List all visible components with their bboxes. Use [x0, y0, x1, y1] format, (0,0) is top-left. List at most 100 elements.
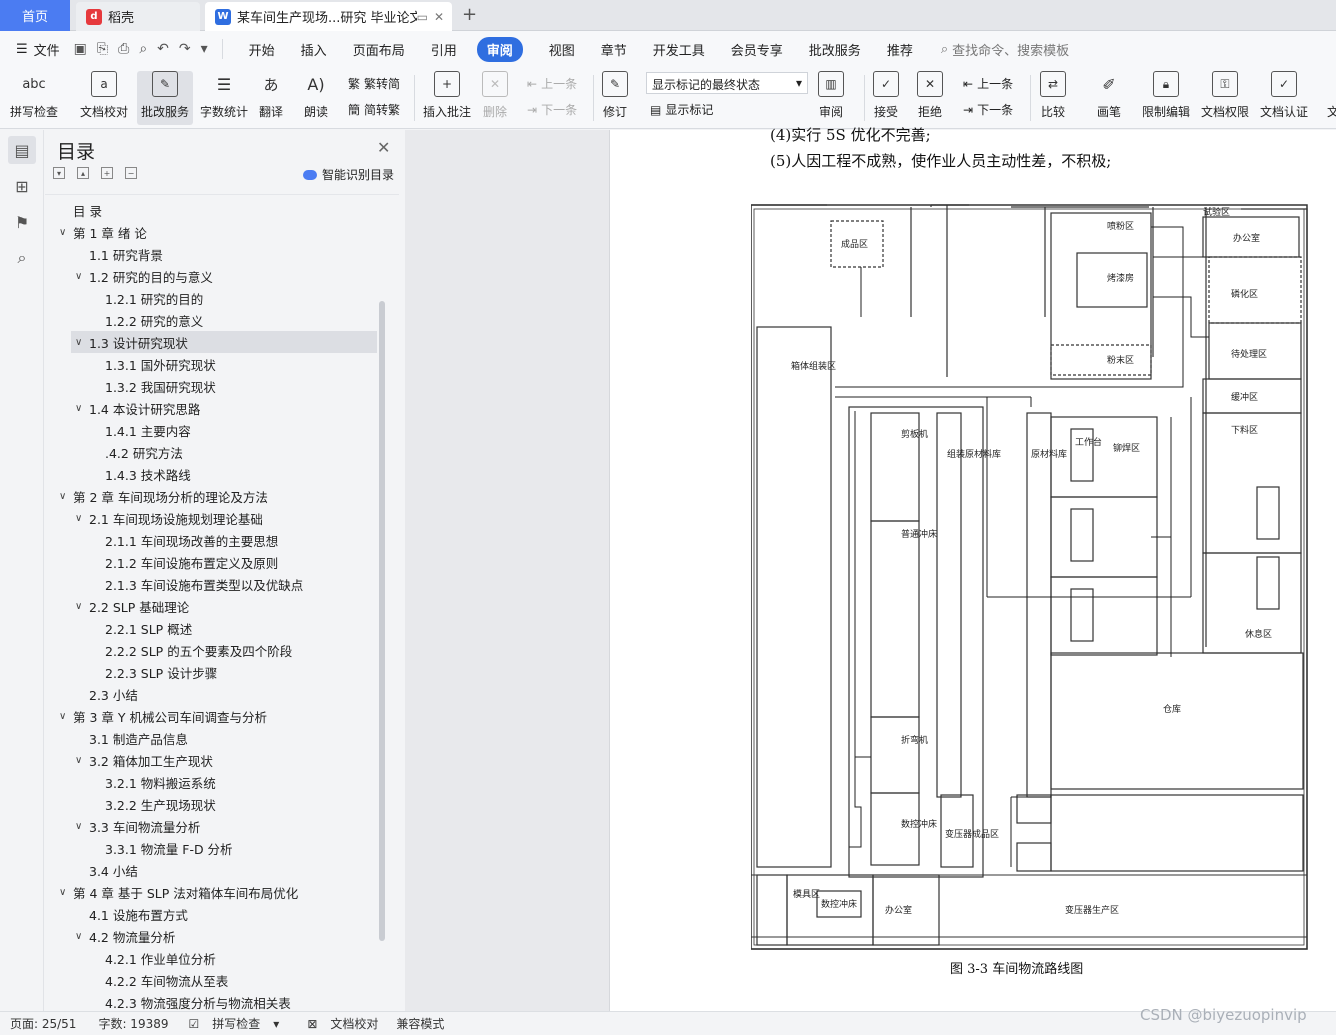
command-search[interactable]: ⌕ 查找命令、搜索模板: [941, 40, 1069, 59]
menu-member[interactable]: 会员专享: [731, 40, 783, 59]
menu-start[interactable]: 开始: [249, 40, 275, 59]
chevron-down-icon[interactable]: ∨: [75, 931, 89, 942]
chevron-down-icon[interactable]: ∨: [75, 821, 89, 832]
markup-state-select[interactable]: 显示标记的最终状态 ▾: [646, 72, 808, 94]
toc-item[interactable]: 3.2.1 物料搬运系统: [91, 771, 216, 793]
toc-item[interactable]: ∨ 3.2 箱体加工生产现状: [75, 749, 213, 771]
monitor-icon[interactable]: ▭: [417, 10, 428, 24]
translate-button[interactable]: あ 翻译: [258, 71, 284, 120]
chevron-down-icon[interactable]: ∨: [75, 601, 89, 612]
close-icon[interactable]: ✕: [434, 10, 444, 24]
menu-review-service[interactable]: 批改服务: [809, 40, 861, 59]
toc-item[interactable]: 1.3.2 我国研究现状: [91, 375, 216, 397]
status-spell-check[interactable]: ☑ 拼写检查 ▾: [179, 1015, 280, 1032]
menu-devtools[interactable]: 开发工具: [653, 40, 705, 59]
menu-view[interactable]: 视图: [549, 40, 575, 59]
tab-home[interactable]: 首页: [0, 0, 70, 31]
menu-layout[interactable]: 页面布局: [353, 40, 405, 59]
search-icon[interactable]: ⌕: [8, 244, 36, 272]
insert-comment-button[interactable]: + 插入批注: [423, 71, 471, 120]
toc-item[interactable]: .4.2 研究方法: [91, 441, 183, 463]
toc-item[interactable]: 1.4.3 技术路线: [91, 463, 191, 485]
toc-item[interactable]: 3.3.1 物流量 F-D 分析: [91, 837, 233, 859]
toc-item[interactable]: 2.3 小结: [75, 683, 138, 705]
menu-reference[interactable]: 引用: [431, 40, 457, 59]
chevron-down-icon[interactable]: ∨: [59, 227, 73, 238]
menu-recommend[interactable]: 推荐: [887, 40, 913, 59]
toc-item[interactable]: ∨ 1.3 设计研究现状: [71, 331, 377, 353]
new-tab-button[interactable]: +: [462, 4, 477, 25]
chevron-down-icon[interactable]: ∨: [75, 403, 89, 414]
add-heading-icon[interactable]: +: [101, 167, 113, 179]
restrict-edit-button[interactable]: 🔒︎ 限制编辑: [1142, 71, 1190, 120]
toc-item[interactable]: 2.2.2 SLP 的五个要素及四个阶段: [91, 639, 292, 661]
toc-item[interactable]: 3.1 制造产品信息: [75, 727, 188, 749]
smart-toc-button[interactable]: 智能识别目录: [303, 166, 394, 183]
toc-item[interactable]: 2.1.1 车间现场改善的主要思想: [91, 529, 278, 551]
toc-item[interactable]: 2.1.2 车间设施布置定义及原则: [91, 551, 278, 573]
chevron-down-icon[interactable]: ∨: [59, 711, 73, 722]
read-aloud-button[interactable]: A) 朗读: [303, 71, 329, 120]
toc-item[interactable]: 4.2.3 物流强度分析与物流相关表: [91, 991, 291, 1011]
status-proofread[interactable]: ⊠ 文档校对: [297, 1015, 378, 1032]
page-indicator[interactable]: 页面: 25/51: [10, 1015, 76, 1032]
toc-item[interactable]: 目 录: [59, 199, 102, 221]
toc-item[interactable]: ∨ 2.1 车间现场设施规划理论基础: [75, 507, 263, 529]
preview-icon[interactable]: ⌕: [139, 41, 147, 57]
toc-item[interactable]: ∨ 第 2 章 车间现场分析的理论及方法: [59, 485, 268, 507]
toc-item[interactable]: 1.4.1 主要内容: [91, 419, 191, 441]
file-menu[interactable]: ☰ 文件: [0, 40, 70, 59]
toc-item[interactable]: 1.1 研究背景: [75, 243, 163, 265]
simp-to-trad-button[interactable]: 簡简转繁: [348, 101, 400, 118]
toc-item[interactable]: ∨ 1.2 研究的目的与意义: [75, 265, 213, 287]
document-page[interactable]: (4)实行 5S 优化不完善; (5)人因工程不成熟，使作业人员主动性差，不积极…: [609, 126, 1336, 1011]
toc-item[interactable]: 1.3.1 国外研究现状: [91, 353, 216, 375]
collapse-all-icon[interactable]: ▴: [77, 167, 89, 179]
show-markup-button[interactable]: ▤ 显示标记: [650, 101, 713, 118]
toc-item[interactable]: 2.2.3 SLP 设计步骤: [91, 661, 217, 683]
print-icon[interactable]: ⎙: [118, 41, 129, 57]
proofread-button[interactable]: a 文档校对: [80, 71, 128, 120]
track-changes-button[interactable]: ✎ 修订: [602, 71, 628, 120]
toc-item[interactable]: 2.1.3 车间设施布置类型以及优缺点: [91, 573, 303, 595]
save-icon[interactable]: ▣: [74, 41, 87, 57]
toc-item[interactable]: 1.2.1 研究的目的: [91, 287, 203, 309]
toc-item[interactable]: ∨ 4.2 物流量分析: [75, 925, 175, 947]
menu-insert[interactable]: 插入: [301, 40, 327, 59]
toc-item[interactable]: 2.2.1 SLP 概述: [91, 617, 192, 639]
doc-cert-button[interactable]: ✓ 文档认证: [1260, 71, 1308, 120]
toc-item[interactable]: ∨ 第 4 章 基于 SLP 法对箱体车间布局优化: [59, 881, 298, 903]
chevron-down-icon[interactable]: ∨: [75, 337, 89, 348]
toc-item[interactable]: ∨ 第 3 章 Y 机械公司车间调查与分析: [59, 705, 267, 727]
chevron-down-icon[interactable]: ∨: [75, 755, 89, 766]
tab-daoke[interactable]: d 稻壳: [76, 2, 200, 31]
doc-permission-button[interactable]: ⚿ 文档权限: [1201, 71, 1249, 120]
chevron-down-icon[interactable]: ∨: [59, 887, 73, 898]
more-ribbon-button[interactable]: 文: [1320, 71, 1336, 120]
dropdown-icon[interactable]: ▾: [201, 41, 208, 57]
bookmark-icon[interactable]: ⚑: [8, 208, 36, 236]
next-comment-button[interactable]: ⇥ 下一条: [527, 101, 577, 118]
toc-item[interactable]: ∨ 3.3 车间物流量分析: [75, 815, 200, 837]
trad-to-simp-button[interactable]: 繁繁转简: [348, 75, 400, 92]
toc-item[interactable]: 3.4 小结: [75, 859, 138, 881]
toc-item[interactable]: ∨ 2.2 SLP 基础理论: [75, 595, 189, 617]
delete-comment-button[interactable]: ✕ 删除: [482, 71, 508, 120]
reject-button[interactable]: ✕ 拒绝: [917, 71, 943, 120]
toc-panel-icon[interactable]: ▤: [8, 136, 36, 164]
word-count-button[interactable]: ☰ 字数统计: [200, 71, 248, 120]
export-icon[interactable]: ⎘: [97, 41, 108, 57]
remove-heading-icon[interactable]: −: [125, 167, 137, 179]
prev-change-button[interactable]: ⇤ 上一条: [963, 75, 1013, 92]
compare-button[interactable]: ⇄ 比较: [1040, 71, 1066, 120]
redo-icon[interactable]: ↷: [179, 41, 191, 57]
menu-section[interactable]: 章节: [601, 40, 627, 59]
prev-comment-button[interactable]: ⇤ 上一条: [527, 75, 577, 92]
word-count-indicator[interactable]: 字数: 19389: [98, 1015, 168, 1032]
spell-check-button[interactable]: abc 拼写检查: [10, 71, 58, 120]
accept-button[interactable]: ✓ 接受: [873, 71, 899, 120]
menu-review[interactable]: 审阅: [476, 36, 523, 62]
undo-icon[interactable]: ↶: [157, 41, 169, 57]
review-pane-button[interactable]: ▥ 审阅: [818, 71, 844, 120]
chevron-down-icon[interactable]: ∨: [75, 271, 89, 282]
